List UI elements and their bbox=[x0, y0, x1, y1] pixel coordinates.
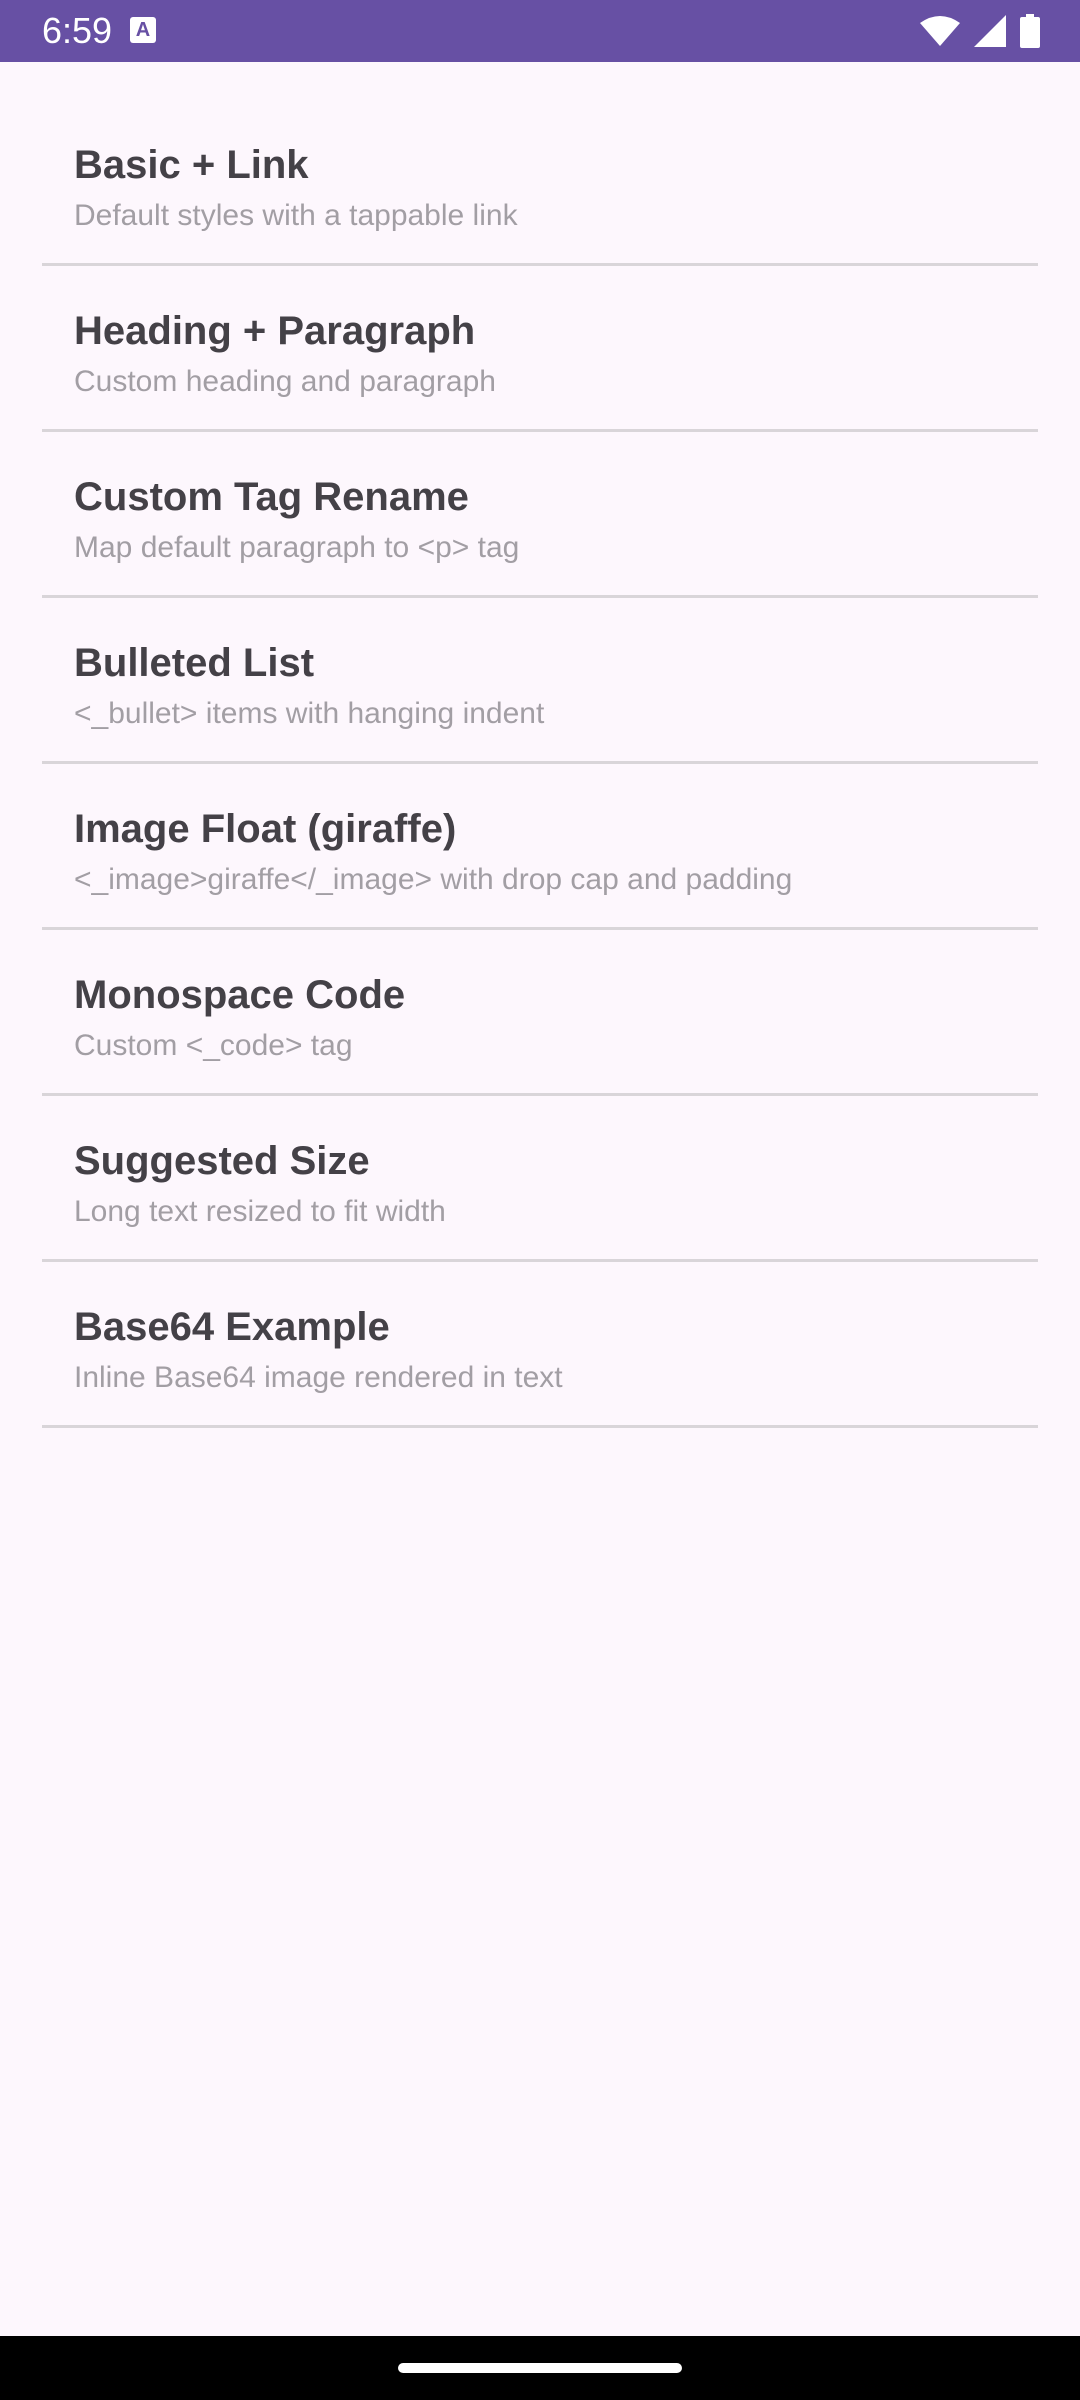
list-item-basic-link[interactable]: Basic + Link Default styles with a tappa… bbox=[42, 100, 1038, 266]
status-bar: 6:59 bbox=[0, 0, 1080, 62]
list-item-subtitle: Map default paragraph to <p> tag bbox=[74, 531, 520, 564]
status-icons bbox=[920, 14, 1040, 48]
list-item-image-float[interactable]: Image Float (giraffe) <_image>giraffe</_… bbox=[42, 764, 1038, 930]
home-gesture-handle[interactable] bbox=[398, 2363, 682, 2373]
list-item-title: Suggested Size bbox=[74, 1139, 370, 1183]
list-item-subtitle: Inline Base64 image rendered in text bbox=[74, 1361, 563, 1394]
list-item-title: Bulleted List bbox=[74, 641, 315, 685]
wifi-icon bbox=[920, 16, 960, 46]
status-time: 6:59 bbox=[42, 10, 113, 51]
navigation-bar bbox=[0, 2336, 1080, 2400]
list-item-title: Basic + Link bbox=[74, 143, 309, 187]
list-item-title: Monospace Code bbox=[74, 973, 406, 1017]
app-notification-icon bbox=[130, 17, 156, 43]
list-item-subtitle: Custom heading and paragraph bbox=[74, 365, 496, 398]
list-item-subtitle: <_bullet> items with hanging indent bbox=[74, 697, 545, 730]
list-item-subtitle: Default styles with a tappable link bbox=[74, 199, 518, 232]
list-item-base64-example[interactable]: Base64 Example Inline Base64 image rende… bbox=[42, 1262, 1038, 1428]
list-item-subtitle: <_image>giraffe</_image> with drop cap a… bbox=[74, 863, 793, 896]
list-item-subtitle: Long text resized to fit width bbox=[74, 1195, 446, 1228]
list-item-custom-tag-rename[interactable]: Custom Tag Rename Map default paragraph … bbox=[42, 432, 1038, 598]
list-item-title: Image Float (giraffe) bbox=[74, 807, 457, 851]
list-item-monospace-code[interactable]: Monospace Code Custom <_code> tag bbox=[42, 930, 1038, 1096]
list-item-title: Custom Tag Rename bbox=[74, 475, 469, 519]
list-item-bulleted-list[interactable]: Bulleted List <_bullet> items with hangi… bbox=[42, 598, 1038, 764]
list-item-heading-paragraph[interactable]: Heading + Paragraph Custom heading and p… bbox=[42, 266, 1038, 432]
battery-icon bbox=[1020, 14, 1040, 48]
list-item-suggested-size[interactable]: Suggested Size Long text resized to fit … bbox=[42, 1096, 1038, 1262]
list-item-title: Base64 Example bbox=[74, 1305, 390, 1349]
list-item-title: Heading + Paragraph bbox=[74, 309, 476, 353]
list-item-subtitle: Custom <_code> tag bbox=[74, 1029, 353, 1062]
demo-list: Basic + Link Default styles with a tappa… bbox=[42, 100, 1038, 1428]
cellular-signal-icon bbox=[974, 15, 1006, 47]
